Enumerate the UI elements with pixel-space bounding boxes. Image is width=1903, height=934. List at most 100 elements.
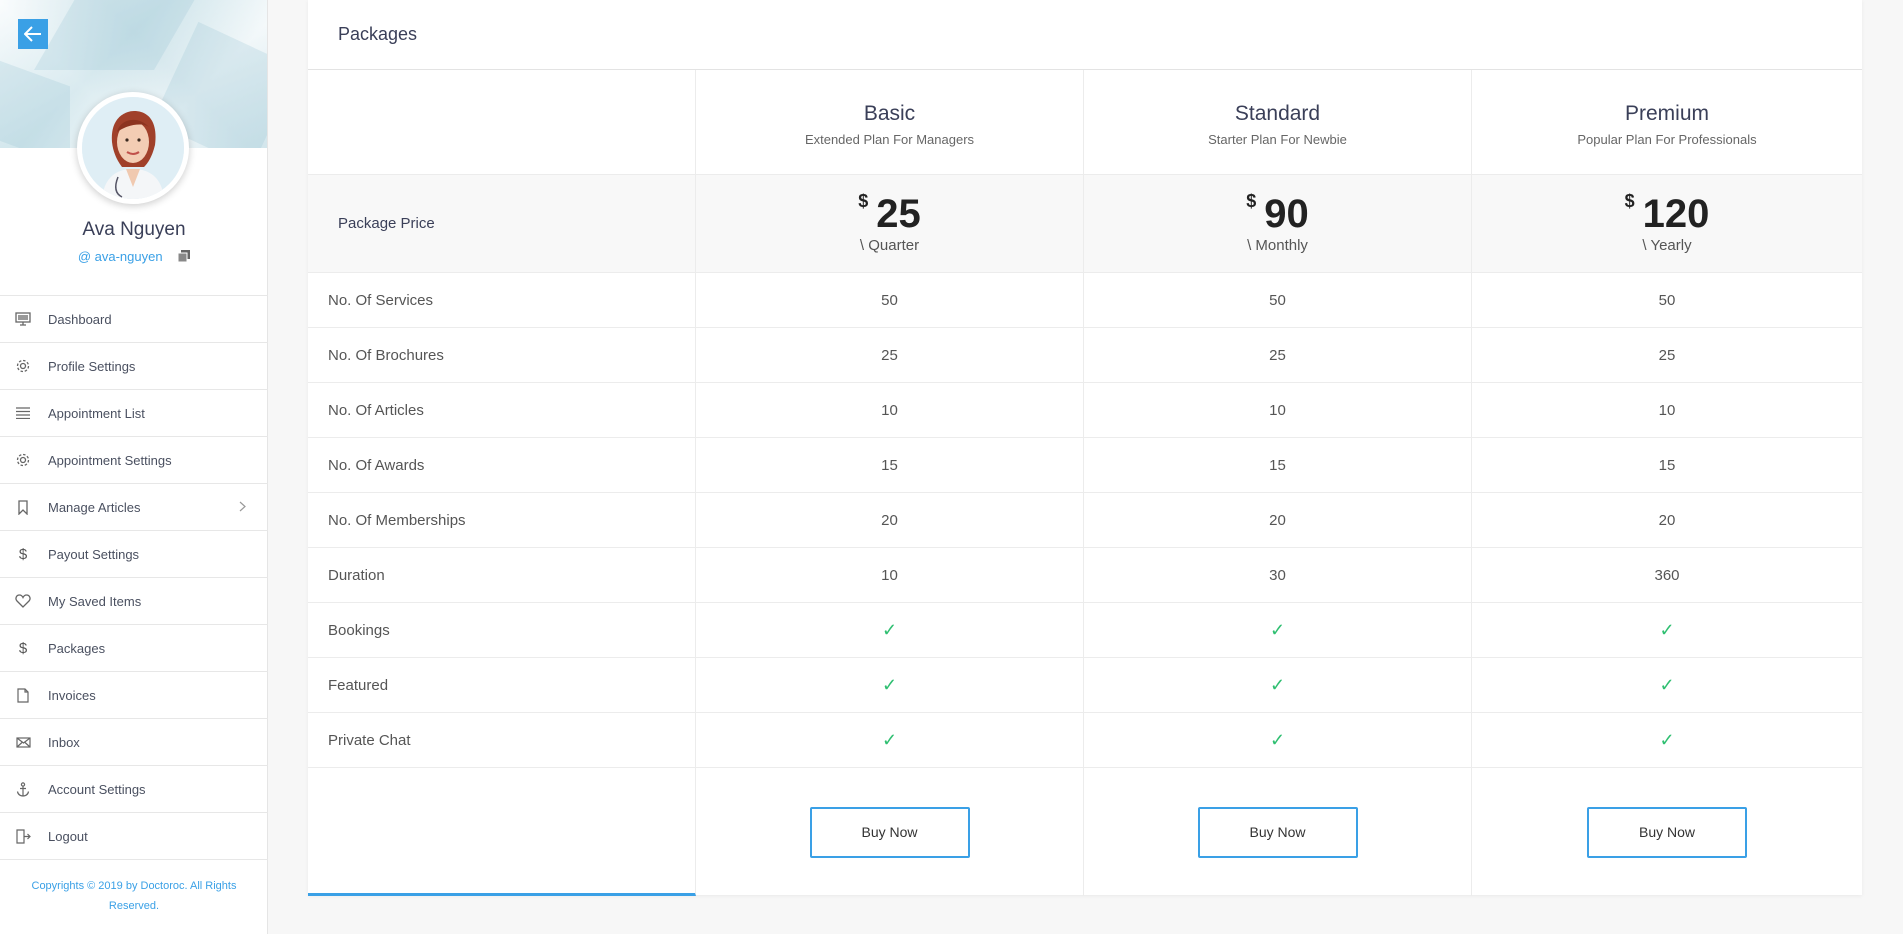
feature-row: No. Of Brochures 25 25 25 [308,328,1862,383]
sidebar-item-label: Logout [48,828,88,844]
sidebar-item-my-saved-items[interactable]: My Saved Items [0,578,268,625]
currency-symbol: $ [858,191,869,211]
sidebar-menu: Dashboard Profile Settings Appointment L… [0,295,268,860]
user-name: Ava Nguyen [82,219,186,240]
feature-value: 20 [1269,511,1286,529]
sidebar-item-label: Dashboard [48,311,112,327]
sidebar-item-manage-articles[interactable]: Manage Articles [0,484,268,531]
checkmark-icon: ✓ [881,674,898,695]
feature-row: No. Of Services 50 50 50 [308,273,1862,328]
feature-value: 15 [1269,456,1286,474]
feature-value-cell: 10 [696,548,1084,602]
plan-header-basic: Basic Extended Plan For Managers [696,70,1084,174]
checkmark-icon: ✓ [1659,729,1675,750]
feature-value: 10 [1658,401,1676,419]
feature-value-cell: ✓ [696,658,1084,712]
currency-symbol: $ [1246,191,1257,211]
sidebar-item-appointment-list[interactable]: Appointment List [0,390,268,437]
envelope-icon [14,733,32,751]
feature-value: 25 [881,346,898,364]
checkmark-icon: ✓ [1269,674,1286,695]
price-row: Package Price $25 \ Quarter $90 \ Monthl… [308,175,1862,273]
price-period: \ Quarter [859,237,920,254]
feature-row: No. Of Articles 10 10 10 [308,383,1862,438]
feature-label: No. Of Brochures [308,328,696,382]
feature-label: No. Of Services [308,273,696,327]
document-icon [14,686,32,704]
feature-value-cell: ✓ [1084,603,1472,657]
buy-now-button-standard[interactable]: Buy Now [1197,806,1358,858]
sidebar-item-appointment-settings[interactable]: Appointment Settings [0,437,268,484]
plan-header-row: Basic Extended Plan For Managers Standar… [308,70,1862,175]
sidebar-item-profile-settings[interactable]: Profile Settings [0,343,268,390]
sidebar-item-logout[interactable]: Logout [0,813,268,860]
plan-name: Basic [863,101,916,125]
feature-value-cell: 30 [1084,548,1472,602]
sidebar-item-dashboard[interactable]: Dashboard [0,296,268,343]
price-standard: $90 \ Monthly [1084,175,1472,272]
feature-value: 50 [1658,291,1676,309]
list-icon [14,404,32,422]
anchor-icon [14,780,32,798]
sidebar-item-inbox[interactable]: Inbox [0,719,268,766]
plan-subtitle: Popular Plan For Professionals [1577,131,1757,147]
sidebar-item-label: Payout Settings [48,546,140,562]
feature-row: Featured ✓ ✓ ✓ [308,658,1862,713]
price-amount: 25 [876,192,921,236]
feature-value-cell: 20 [1084,493,1472,547]
dollar-icon: $ [18,639,28,657]
chevron-right-icon [239,500,246,515]
packages-card: Packages Basic Extended Plan For Manager… [308,0,1862,896]
feature-value: 50 [881,291,898,309]
sidebar-item-label: Manage Articles [48,499,141,515]
feature-value-cell: ✓ [1472,713,1862,767]
user-handle-link[interactable]: @ ava-nguyen [78,249,163,264]
feature-value-cell: 15 [696,438,1084,492]
sidebar-item-packages[interactable]: $ Packages [0,625,268,672]
arrow-left-icon [24,26,41,42]
feature-label: No. Of Articles [308,383,696,437]
sidebar-item-label: Appointment List [48,405,145,421]
buy-now-button-basic[interactable]: Buy Now [809,806,970,858]
price-amount: 120 [1642,192,1710,236]
gear-icon [14,451,32,469]
feature-value: 25 [1658,346,1676,364]
sidebar-item-account-settings[interactable]: Account Settings [0,766,268,813]
checkmark-icon: ✓ [881,729,898,750]
checkmark-icon: ✓ [1269,619,1286,640]
copy-icon[interactable] [177,250,191,263]
checkmark-icon: ✓ [881,619,898,640]
plan-name: Standard [1234,101,1321,125]
checkmark-icon: ✓ [1659,619,1675,640]
feature-value-cell: 360 [1472,548,1862,602]
sidebar-item-label: Inbox [48,734,80,750]
feature-value-cell: 25 [1084,328,1472,382]
doctor-portrait-image [82,97,184,199]
feature-value-cell: ✓ [696,713,1084,767]
sidebar-item-invoices[interactable]: Invoices [0,672,268,719]
feature-row: Duration 10 30 360 [308,548,1862,603]
feature-value: 15 [881,456,898,474]
price-period: \ Monthly [1247,237,1308,254]
buy-row: Buy Now Buy Now Buy Now [308,768,1862,896]
feature-label: Private Chat [308,713,696,767]
feature-label: Featured [308,658,696,712]
sidebar-item-label: Packages [48,640,106,656]
feature-label: No. Of Memberships [308,493,696,547]
copyright-text: Copyrights © 2019 by Doctoroc. All Right… [31,880,237,912]
sidebar-item-payout-settings[interactable]: $ Payout Settings [0,531,268,578]
feature-value-cell: 20 [1472,493,1862,547]
monitor-icon [14,310,32,328]
dollar-icon: $ [18,545,28,563]
back-arrow-button[interactable] [18,19,48,49]
buy-now-button-premium[interactable]: Buy Now [1587,806,1747,858]
checkmark-icon: ✓ [1269,729,1286,750]
price-period: \ Yearly [1642,237,1692,254]
plan-subtitle: Starter Plan For Newbie [1208,131,1347,147]
user-handle: @ ava-nguyen [0,249,268,264]
feature-value: 30 [1269,566,1286,584]
feature-value-cell: 15 [1084,438,1472,492]
feature-row: Private Chat ✓ ✓ ✓ [308,713,1862,768]
page-title: Packages [308,0,1862,70]
avatar[interactable] [77,92,189,204]
